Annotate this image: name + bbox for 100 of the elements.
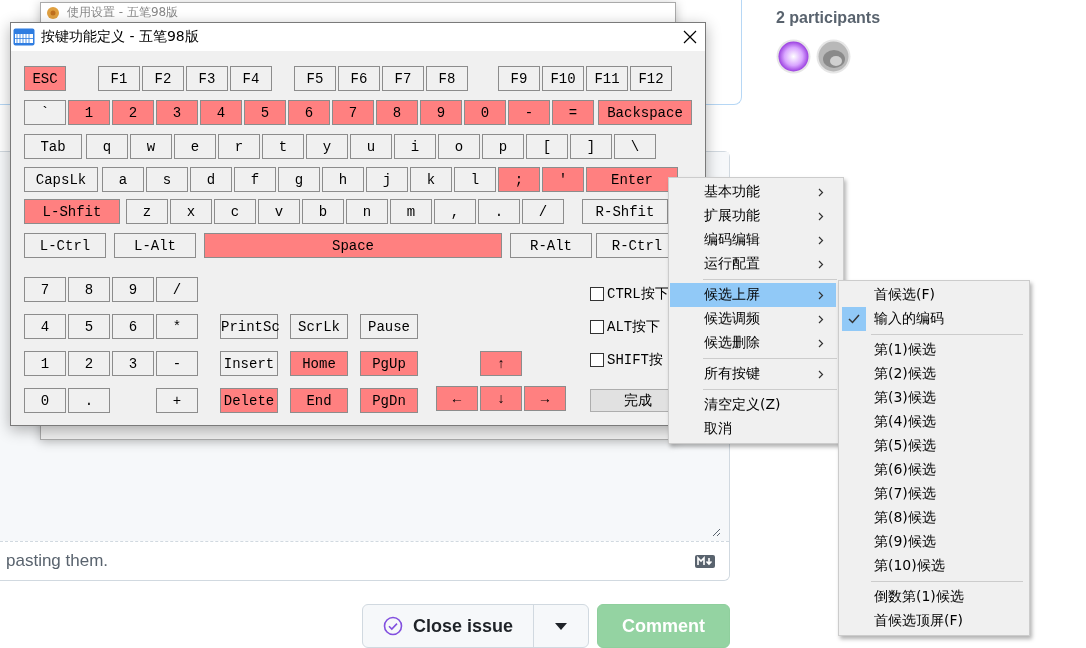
keyboard-key[interactable]: p — [482, 134, 524, 159]
keyboard-key[interactable]: - — [156, 351, 198, 376]
keyboard-key[interactable]: CapsLk — [24, 167, 98, 192]
keyboard-key[interactable]: F9 — [498, 66, 540, 91]
keyboard-key[interactable]: 9 — [420, 100, 462, 125]
menu-item[interactable]: 第(4)候选 — [840, 410, 1027, 434]
keyboard-key[interactable]: \ — [614, 134, 656, 159]
keyboard-key[interactable]: m — [390, 199, 432, 224]
menu-item[interactable]: 候选上屏 — [670, 283, 836, 307]
keyboard-key[interactable]: Space — [204, 233, 502, 258]
menu-item[interactable]: 第(7)候选 — [840, 482, 1027, 506]
keyboard-key[interactable]: x — [170, 199, 212, 224]
menu-item[interactable]: 输入的编码 — [840, 307, 1027, 331]
menu-item[interactable]: 第(5)候选 — [840, 434, 1027, 458]
menu-item[interactable]: 倒数第(1)候选 — [840, 585, 1027, 609]
menu-item[interactable]: 候选调频 — [670, 307, 836, 331]
close-issue-button[interactable]: Close issue — [362, 605, 534, 647]
keyboard-key[interactable]: . — [68, 388, 110, 413]
keyboard-key[interactable]: 2 — [112, 100, 154, 125]
keyboard-key[interactable]: r — [218, 134, 260, 159]
keyboard-key[interactable]: + — [156, 388, 198, 413]
keyboard-key[interactable]: s — [146, 167, 188, 192]
menu-item[interactable]: 第(2)候选 — [840, 362, 1027, 386]
keyboard-key[interactable]: F5 — [294, 66, 336, 91]
keyboard-key[interactable]: R-Alt — [510, 233, 592, 258]
keyboard-key[interactable]: i — [394, 134, 436, 159]
keyboard-key[interactable]: h — [322, 167, 364, 192]
keyboard-key[interactable]: 7 — [24, 277, 66, 302]
menu-item[interactable]: 第(8)候选 — [840, 506, 1027, 530]
keyboard-key[interactable]: ; — [498, 167, 540, 192]
keyboard-key[interactable]: F6 — [338, 66, 380, 91]
keyboard-key[interactable]: F1 — [98, 66, 140, 91]
menu-item[interactable]: 第(3)候选 — [840, 386, 1027, 410]
menu-item[interactable]: 扩展功能 — [670, 204, 836, 228]
keyboard-key[interactable]: ' — [542, 167, 584, 192]
keyboard-key[interactable]: n — [346, 199, 388, 224]
keyboard-key[interactable]: e — [174, 134, 216, 159]
keyboard-key[interactable]: 6 — [288, 100, 330, 125]
keyboard-key[interactable]: [ — [526, 134, 568, 159]
keyboard-key[interactable]: ↑ — [480, 351, 522, 376]
keyboard-key[interactable]: 1 — [24, 351, 66, 376]
keyboard-key[interactable]: u — [350, 134, 392, 159]
keyboard-key[interactable]: F8 — [426, 66, 468, 91]
keyboard-key[interactable]: R-Shfit — [582, 199, 668, 224]
keyboard-key[interactable]: a — [102, 167, 144, 192]
keyboard-key[interactable]: 5 — [68, 314, 110, 339]
keyboard-key[interactable]: ESC — [24, 66, 66, 91]
checkbox[interactable] — [590, 353, 604, 367]
keyboard-key[interactable]: o — [438, 134, 480, 159]
checkbox[interactable] — [590, 320, 604, 334]
keyboard-key[interactable]: - — [508, 100, 550, 125]
keyboard-key[interactable]: 4 — [24, 314, 66, 339]
avatar[interactable] — [776, 39, 811, 74]
keyboard-key[interactable]: ScrLk — [290, 314, 348, 339]
keyboard-key[interactable]: , — [434, 199, 476, 224]
keyboard-key[interactable]: PrintSc — [220, 314, 278, 339]
menu-item[interactable]: 第(10)候选 — [840, 554, 1027, 578]
keyboard-key[interactable]: Backspace — [598, 100, 692, 125]
keyboard-key[interactable]: = — [552, 100, 594, 125]
keyboard-key[interactable]: Home — [290, 351, 348, 376]
keyboard-key[interactable]: j — [366, 167, 408, 192]
keyboard-key[interactable]: 5 — [244, 100, 286, 125]
keyboard-key[interactable]: F11 — [586, 66, 628, 91]
menu-item[interactable]: 第(1)候选 — [840, 338, 1027, 362]
keyboard-key[interactable]: 7 — [332, 100, 374, 125]
keyboard-key[interactable]: 6 — [112, 314, 154, 339]
keyboard-key[interactable]: 0 — [464, 100, 506, 125]
keyboard-key[interactable]: 1 — [68, 100, 110, 125]
keyboard-key[interactable]: . — [478, 199, 520, 224]
keyboard-key[interactable]: F12 — [630, 66, 672, 91]
keyboard-key[interactable]: y — [306, 134, 348, 159]
keyboard-key[interactable]: t — [262, 134, 304, 159]
keyboard-key[interactable]: f — [234, 167, 276, 192]
close-icon[interactable] — [683, 30, 697, 44]
keyboard-key[interactable]: 8 — [376, 100, 418, 125]
avatar[interactable] — [816, 39, 851, 74]
keyboard-key[interactable]: k — [410, 167, 452, 192]
menu-item[interactable]: 候选删除 — [670, 331, 836, 355]
keyboard-key[interactable]: Delete — [220, 388, 278, 413]
keyboard-key[interactable]: F3 — [186, 66, 228, 91]
menu-item[interactable]: 第(6)候选 — [840, 458, 1027, 482]
keyboard-key[interactable]: L-Ctrl — [24, 233, 106, 258]
keyboard-key[interactable]: Enter — [586, 167, 678, 192]
keyboard-key[interactable]: / — [156, 277, 198, 302]
keyboard-key[interactable]: 3 — [112, 351, 154, 376]
keyboard-key[interactable]: ] — [570, 134, 612, 159]
keyboard-key[interactable]: L-Alt — [114, 233, 196, 258]
menu-item[interactable]: 首候选(F) — [840, 283, 1027, 307]
keyboard-key[interactable]: F2 — [142, 66, 184, 91]
keyboard-key[interactable]: PgDn — [360, 388, 418, 413]
keyboard-key[interactable]: q — [86, 134, 128, 159]
keyboard-key[interactable]: w — [130, 134, 172, 159]
keyboard-key[interactable]: 2 — [68, 351, 110, 376]
keyboard-key[interactable]: b — [302, 199, 344, 224]
keyboard-key[interactable]: ↓ — [480, 386, 522, 411]
keyboard-key[interactable]: z — [126, 199, 168, 224]
keyboard-key[interactable]: Pause — [360, 314, 418, 339]
menu-item[interactable]: 第(9)候选 — [840, 530, 1027, 554]
keyboard-key[interactable]: d — [190, 167, 232, 192]
keyboard-key[interactable]: F7 — [382, 66, 424, 91]
